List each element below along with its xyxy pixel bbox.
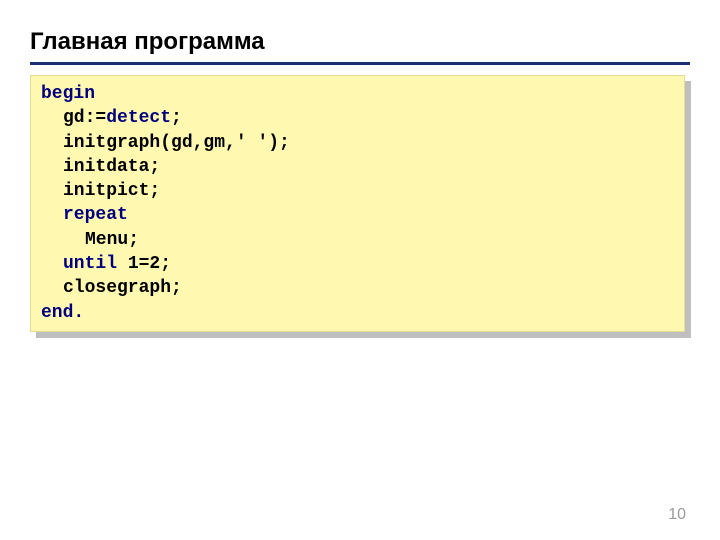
code-text: 1=2;: [117, 254, 171, 274]
code-line: initdata;: [41, 155, 674, 179]
code-line: begin: [41, 82, 674, 106]
code-text: ;: [171, 108, 182, 128]
keyword-repeat: repeat: [63, 205, 128, 225]
code-line: initpict;: [41, 179, 674, 203]
slide-title: Главная программа: [30, 28, 690, 65]
page-number: 10: [668, 506, 686, 524]
code-line: repeat: [41, 203, 674, 227]
code-line: until 1=2;: [41, 252, 674, 276]
keyword-end: end.: [41, 303, 84, 323]
code-block: begin gd:=detect; initgraph(gd,gm,' '); …: [30, 75, 685, 332]
code-line: closegraph;: [41, 276, 674, 300]
code-line: initgraph(gd,gm,' ');: [41, 131, 674, 155]
code-text: gd:=: [63, 108, 106, 128]
code-line: Menu;: [41, 228, 674, 252]
code-block-container: begin gd:=detect; initgraph(gd,gm,' '); …: [30, 75, 685, 332]
keyword-detect: detect: [106, 108, 171, 128]
code-line: gd:=detect;: [41, 106, 674, 130]
code-line: end.: [41, 301, 674, 325]
keyword-begin: begin: [41, 84, 95, 104]
keyword-until: until: [63, 254, 117, 274]
